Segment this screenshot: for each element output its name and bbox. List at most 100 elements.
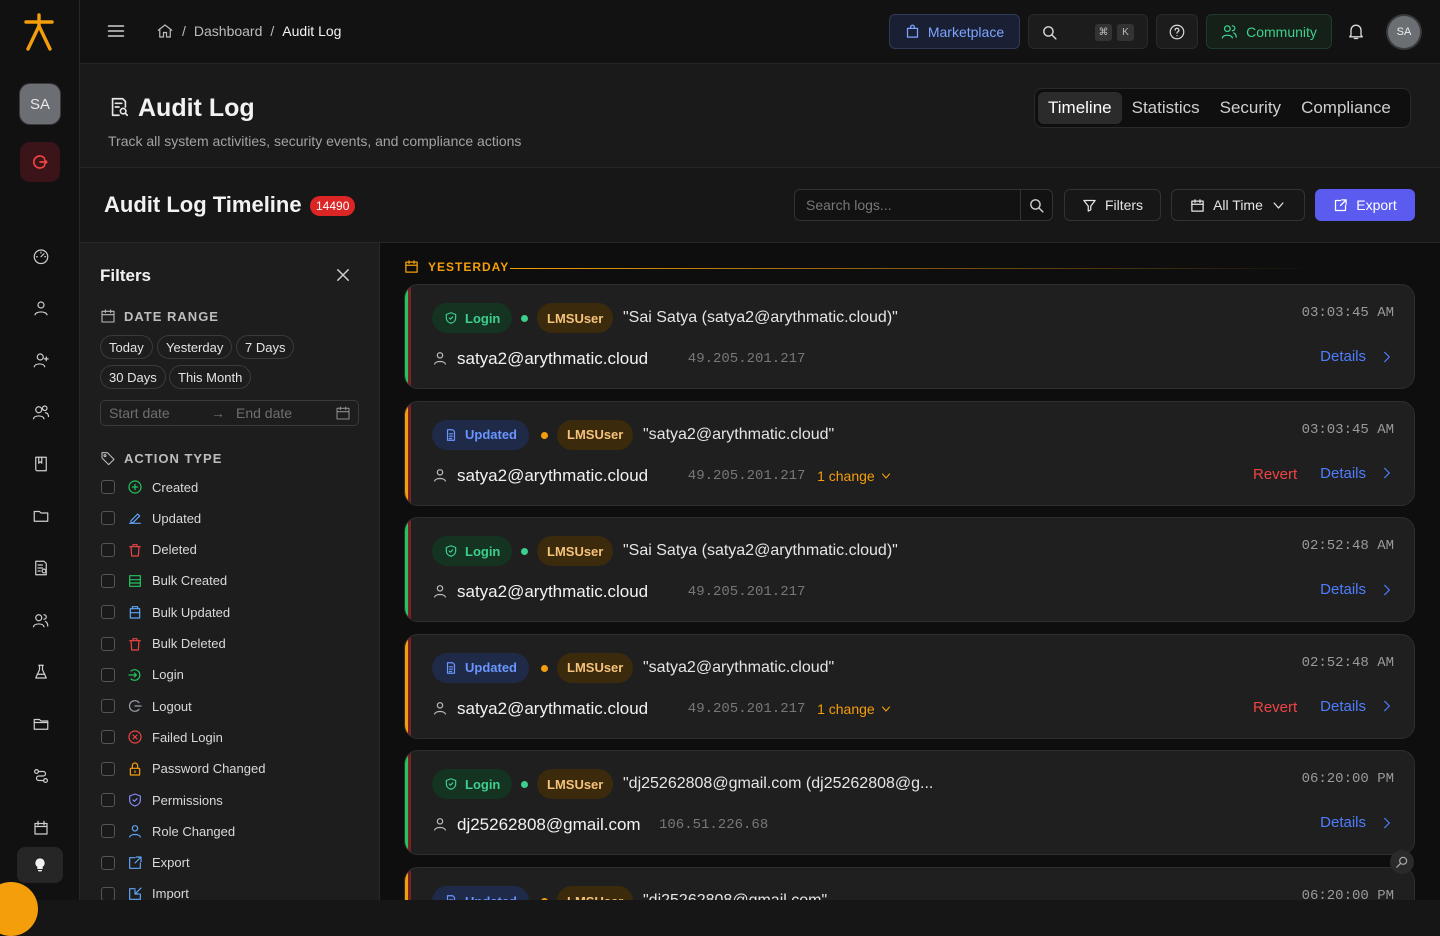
global-search-button[interactable]: ⌘ K: [1028, 14, 1148, 49]
checkbox[interactable]: [101, 636, 115, 651]
audit-entry-card[interactable]: Updated LMSUser "satya2@arythmatic.cloud" s…: [404, 400, 1415, 506]
close-icon[interactable]: [334, 266, 352, 284]
menu-icon[interactable]: [106, 21, 126, 41]
marketplace-button[interactable]: Marketplace: [889, 14, 1020, 49]
entry-user[interactable]: satya2@arythmatic.cloud: [457, 349, 648, 369]
action-filter-label: Role Changed: [152, 823, 236, 839]
checkbox[interactable]: [101, 824, 115, 839]
entry-user[interactable]: satya2@arythmatic.cloud: [457, 466, 648, 486]
dashboard-icon[interactable]: [30, 245, 52, 267]
checkbox[interactable]: [101, 511, 115, 526]
action-filter-bulk-updated[interactable]: Bulk Updated: [101, 601, 230, 623]
entry-user[interactable]: dj25262808@gmail.com: [457, 815, 641, 835]
checkbox[interactable]: [101, 761, 115, 776]
rail-avatar[interactable]: SA: [20, 84, 60, 124]
details-button[interactable]: Details: [1320, 814, 1394, 831]
folder-icon[interactable]: [30, 505, 52, 527]
user-avatar[interactable]: SA: [1388, 16, 1420, 48]
checkbox[interactable]: [101, 480, 115, 494]
changes-toggle[interactable]: 1 change: [817, 468, 892, 484]
checkbox[interactable]: [101, 730, 115, 745]
action-filter-bulk-created[interactable]: Bulk Created: [101, 570, 227, 592]
action-filter-export[interactable]: Export: [101, 852, 190, 874]
checkbox[interactable]: [101, 855, 115, 870]
tab-timeline[interactable]: Timeline: [1038, 92, 1122, 124]
details-button[interactable]: Details: [1320, 465, 1394, 482]
entry-time: 06:20:00 PM: [1301, 888, 1394, 900]
entry-user[interactable]: satya2@arythmatic.cloud: [457, 582, 648, 602]
checkbox[interactable]: [101, 886, 115, 900]
flask-icon[interactable]: [30, 661, 52, 683]
entry-time: 02:52:48 AM: [1301, 538, 1394, 555]
details-button[interactable]: Details: [1320, 581, 1394, 598]
team-icon[interactable]: [30, 401, 52, 423]
action-filter-updated[interactable]: Updated: [101, 507, 201, 529]
action-filter-failed-login[interactable]: Failed Login: [101, 726, 223, 748]
chip-today[interactable]: Today: [100, 335, 153, 359]
audit-entry-card[interactable]: UpdatedLMSUser"dj25262808@gmail.com"dj25…: [404, 867, 1415, 900]
rail-logout-icon[interactable]: [20, 142, 60, 182]
revert-button[interactable]: Revert: [1253, 699, 1297, 716]
brand-logo-icon[interactable]: [22, 12, 56, 52]
search-logs-input[interactable]: [795, 190, 1021, 220]
changes-toggle[interactable]: 1 change: [817, 701, 892, 717]
checkbox[interactable]: [101, 667, 115, 682]
audit-entry-card[interactable]: Login LMSUser "dj25262808@gmail.com (dj252…: [404, 750, 1415, 856]
end-date-field[interactable]: End date: [236, 405, 292, 421]
start-date-field[interactable]: Start date: [109, 405, 170, 421]
time-range-select[interactable]: All Time: [1171, 189, 1305, 221]
audit-entry-card[interactable]: Updated LMSUser "satya2@arythmatic.cloud" s…: [404, 633, 1415, 739]
audit-log-icon[interactable]: [30, 557, 52, 579]
checkbox[interactable]: [101, 573, 115, 588]
groups-icon[interactable]: [30, 609, 52, 631]
action-filter-password-changed[interactable]: Password Changed: [101, 758, 265, 780]
chip-7-days[interactable]: 7 Days: [236, 335, 295, 359]
audit-entry-card[interactable]: Login LMSUser "Sai Satya (satya2@arythmati…: [404, 284, 1415, 389]
entry-user[interactable]: satya2@arythmatic.cloud: [457, 699, 648, 719]
details-button[interactable]: Details: [1320, 698, 1394, 715]
details-button[interactable]: Details: [1320, 348, 1394, 365]
search-submit-button[interactable]: [1020, 190, 1052, 220]
revert-button[interactable]: Revert: [1253, 466, 1297, 483]
home-icon[interactable]: [156, 22, 174, 40]
filters-button[interactable]: Filters: [1064, 189, 1161, 221]
action-filter-created[interactable]: Created: [101, 476, 198, 498]
help-button[interactable]: [1156, 14, 1198, 49]
zoom-icon[interactable]: [1390, 850, 1414, 874]
route-icon[interactable]: [30, 765, 52, 787]
chip-yesterday[interactable]: Yesterday: [157, 335, 233, 359]
users-icon[interactable]: [30, 297, 52, 319]
action-filter-deleted[interactable]: Deleted: [101, 539, 197, 561]
action-filter-role-changed[interactable]: Role Changed: [101, 820, 235, 842]
action-filter-bulk-deleted[interactable]: Bulk Deleted: [101, 633, 226, 655]
checkbox[interactable]: [101, 699, 115, 714]
book-icon[interactable]: [30, 453, 52, 475]
chip-this-month[interactable]: This Month: [169, 365, 252, 389]
folder-open-icon[interactable]: [30, 713, 52, 735]
bell-icon[interactable]: [1346, 21, 1366, 41]
user-plus-icon[interactable]: [30, 349, 52, 371]
checkbox[interactable]: [101, 605, 115, 620]
breadcrumb-dashboard[interactable]: Dashboard: [194, 23, 263, 39]
action-filter-label: Password Changed: [152, 761, 266, 777]
import-icon: [126, 885, 144, 900]
tab-security[interactable]: Security: [1210, 92, 1291, 124]
action-filter-import[interactable]: Import: [101, 883, 189, 900]
lightbulb-icon[interactable]: [17, 847, 63, 883]
calendar-icon[interactable]: [30, 817, 52, 839]
status-dot: [541, 431, 548, 439]
action-filter-logout[interactable]: Logout: [101, 695, 192, 717]
assistant-bubble[interactable]: [0, 882, 38, 936]
tab-compliance[interactable]: Compliance: [1291, 92, 1401, 124]
chip-30-days[interactable]: 30 Days: [100, 365, 166, 389]
date-range-picker[interactable]: Start date → End date: [100, 400, 359, 426]
action-filter-login[interactable]: Login: [101, 664, 184, 686]
audit-entry-card[interactable]: Login LMSUser "Sai Satya (satya2@arythmati…: [404, 517, 1415, 623]
community-button[interactable]: Community: [1206, 14, 1332, 49]
user-icon: [432, 816, 448, 832]
export-button[interactable]: Export: [1315, 189, 1415, 221]
tab-statistics[interactable]: Statistics: [1122, 92, 1210, 124]
checkbox[interactable]: [101, 793, 115, 807]
action-filter-permissions[interactable]: Permissions: [101, 789, 223, 811]
checkbox[interactable]: [101, 542, 115, 557]
